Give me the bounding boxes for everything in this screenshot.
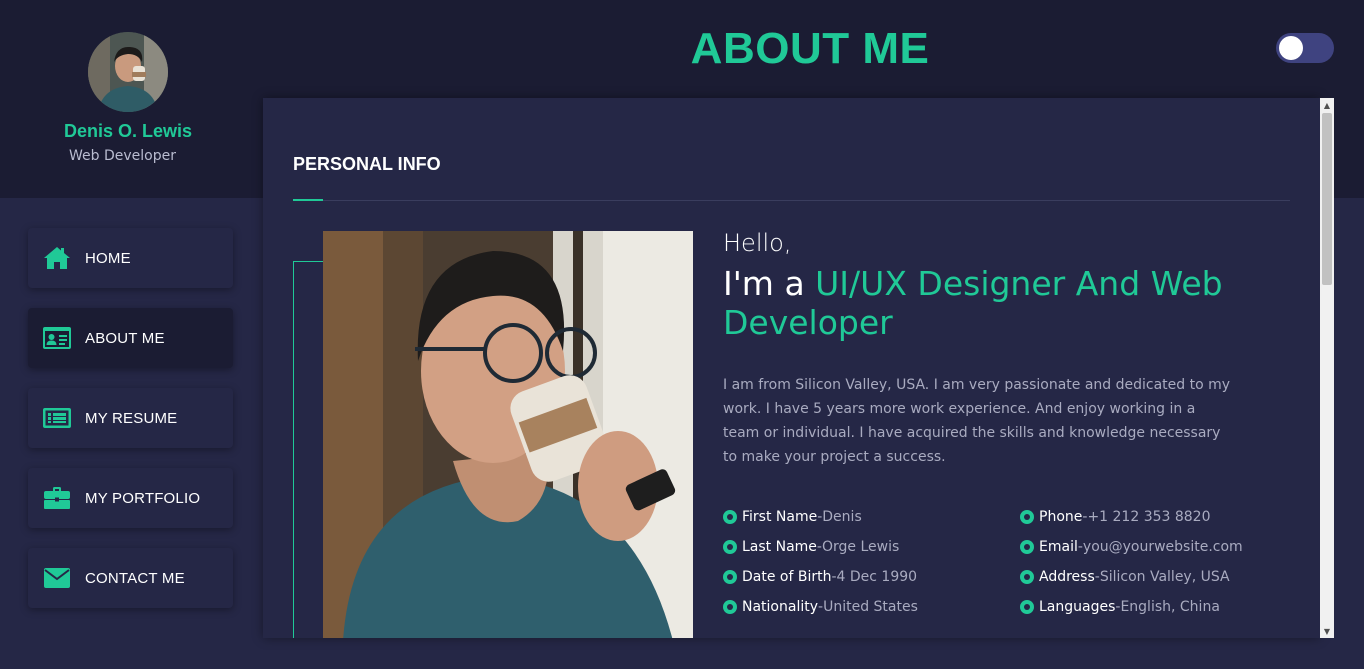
info-key: Last Name	[742, 539, 817, 555]
bullet-icon	[723, 570, 737, 584]
info-key: Phone	[1039, 509, 1083, 525]
info-row-languages: Languages - English, China	[1020, 592, 1243, 622]
info-value: English, China	[1120, 599, 1220, 615]
section-divider-accent	[293, 199, 323, 201]
info-key: Nationality	[742, 599, 819, 615]
nav-item-home[interactable]: HOME	[28, 228, 233, 288]
nav-label-home: HOME	[85, 249, 131, 267]
nav-label-contact-me: CONTACT ME	[85, 569, 185, 587]
info-row-email: Email - you@yourwebsite.com	[1020, 532, 1243, 562]
info-key: Address	[1039, 569, 1095, 585]
info-value: Silicon Valley, USA	[1099, 569, 1230, 585]
bullet-icon	[723, 540, 737, 554]
info-value: Denis	[822, 509, 862, 525]
info-key: Languages	[1039, 599, 1116, 615]
scroll-down-arrow-icon[interactable]: ▼	[1320, 624, 1334, 638]
nav-item-contact-me[interactable]: CONTACT ME	[28, 548, 233, 608]
bullet-icon	[1020, 540, 1034, 554]
info-row-last-name: Last Name - Orge Lewis	[723, 532, 918, 562]
info-row-nationality: Nationality - United States	[723, 592, 918, 622]
info-key: First Name	[742, 509, 818, 525]
home-icon	[42, 245, 72, 271]
profile-name: Denis O. Lewis	[63, 121, 193, 141]
nav-item-my-resume[interactable]: MY RESUME	[28, 388, 233, 448]
nav-label-my-portfolio: MY PORTFOLIO	[85, 489, 201, 507]
bio-text: I am from Silicon Valley, USA. I am very…	[723, 377, 1231, 465]
nav-item-my-portfolio[interactable]: MY PORTFOLIO	[28, 468, 233, 528]
bullet-icon	[723, 510, 737, 524]
profile-card: Denis O. Lewis Web Developer	[0, 0, 256, 198]
bullet-icon	[1020, 600, 1034, 614]
panel-scrollbar[interactable]: ▲ ▼	[1320, 98, 1334, 638]
nav-label-my-resume: MY RESUME	[85, 409, 178, 427]
info-key: Email	[1039, 539, 1078, 555]
info-row-date-of-birth: Date of Birth - 4 Dec 1990	[723, 562, 918, 592]
headline-prefix: I'm a	[723, 264, 816, 303]
info-value: you@yourwebsite.com	[1082, 539, 1243, 555]
info-value: Orge Lewis	[821, 539, 900, 555]
info-row-first-name: First Name - Denis	[723, 502, 918, 532]
profile-avatar	[88, 32, 168, 112]
info-column-right: Phone - +1 212 353 8820 Email - you@your…	[1020, 502, 1243, 622]
nav-label-about-me: ABOUT ME	[85, 329, 165, 347]
page-title: ABOUT ME	[690, 24, 930, 73]
toggle-knob	[1279, 36, 1303, 60]
bullet-icon	[1020, 510, 1034, 524]
info-value: +1 212 353 8820	[1087, 509, 1211, 525]
info-key: Date of Birth	[742, 569, 832, 585]
envelope-icon	[42, 565, 72, 591]
portrait-photo	[323, 231, 693, 638]
scroll-up-arrow-icon[interactable]: ▲	[1320, 98, 1334, 112]
resume-icon	[42, 405, 72, 431]
info-value: 4 Dec 1990	[836, 569, 918, 585]
nav-item-about-me[interactable]: ABOUT ME	[28, 308, 233, 368]
section-title: PERSONAL INFO	[293, 154, 441, 174]
id-card-icon	[42, 325, 72, 351]
bullet-icon	[1020, 570, 1034, 584]
info-column-left: First Name - Denis Last Name - Orge Lewi…	[723, 502, 918, 622]
briefcase-icon	[42, 485, 72, 511]
bullet-icon	[723, 600, 737, 614]
info-row-address: Address - Silicon Valley, USA	[1020, 562, 1243, 592]
profile-role: Web Developer	[69, 148, 176, 164]
scroll-thumb[interactable]	[1322, 113, 1332, 285]
theme-toggle[interactable]	[1276, 33, 1334, 63]
about-panel: PERSONAL INFO Hello, I'm a UI/UX Designe…	[263, 98, 1320, 638]
info-value: United States	[823, 599, 918, 615]
greeting-hello: Hello,	[723, 229, 792, 257]
section-divider	[293, 200, 1290, 201]
headline: I'm a UI/UX Designer And Web Developer	[723, 264, 1243, 342]
info-row-phone: Phone - +1 212 353 8820	[1020, 502, 1243, 532]
